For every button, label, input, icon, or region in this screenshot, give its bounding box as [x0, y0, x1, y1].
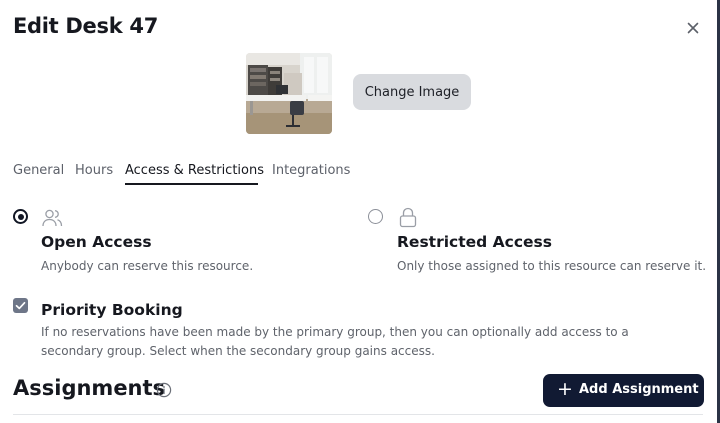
edit-desk-modal: Edit Desk 47 Change Image General Hours … [0, 0, 720, 423]
check-icon [15, 301, 26, 310]
add-assignment-button[interactable]: + Add Assignment [543, 374, 704, 407]
tab-integrations[interactable]: Integrations [272, 163, 350, 178]
open-access-radio[interactable] [13, 209, 28, 224]
restricted-access-radio[interactable] [368, 209, 383, 224]
open-access-title: Open Access [41, 233, 152, 251]
close-icon[interactable] [684, 19, 702, 37]
restricted-access-title: Restricted Access [397, 233, 552, 251]
priority-booking-title: Priority Booking [41, 301, 183, 319]
active-tab-indicator [125, 183, 258, 185]
tab-access-restrictions[interactable]: Access & Restrictions [125, 163, 264, 178]
lock-icon [399, 207, 417, 228]
tab-hours[interactable]: Hours [75, 163, 113, 178]
section-divider [13, 414, 703, 415]
add-assignment-label: Add Assignment [579, 382, 699, 397]
priority-booking-checkbox[interactable] [13, 298, 28, 313]
change-image-button[interactable]: Change Image [353, 74, 471, 110]
plus-icon: + [557, 378, 573, 400]
modal-title: Edit Desk 47 [13, 14, 158, 38]
tab-general[interactable]: General [13, 163, 64, 178]
desk-image [246, 53, 332, 134]
info-icon[interactable] [156, 382, 172, 398]
open-access-description: Anybody can reserve this resource. [41, 259, 254, 273]
users-icon [42, 209, 63, 227]
assignments-heading: Assignments [13, 376, 166, 400]
restricted-access-description: Only those assigned to this resource can… [397, 259, 707, 273]
priority-booking-description: If no reservations have been made by the… [41, 325, 629, 358]
